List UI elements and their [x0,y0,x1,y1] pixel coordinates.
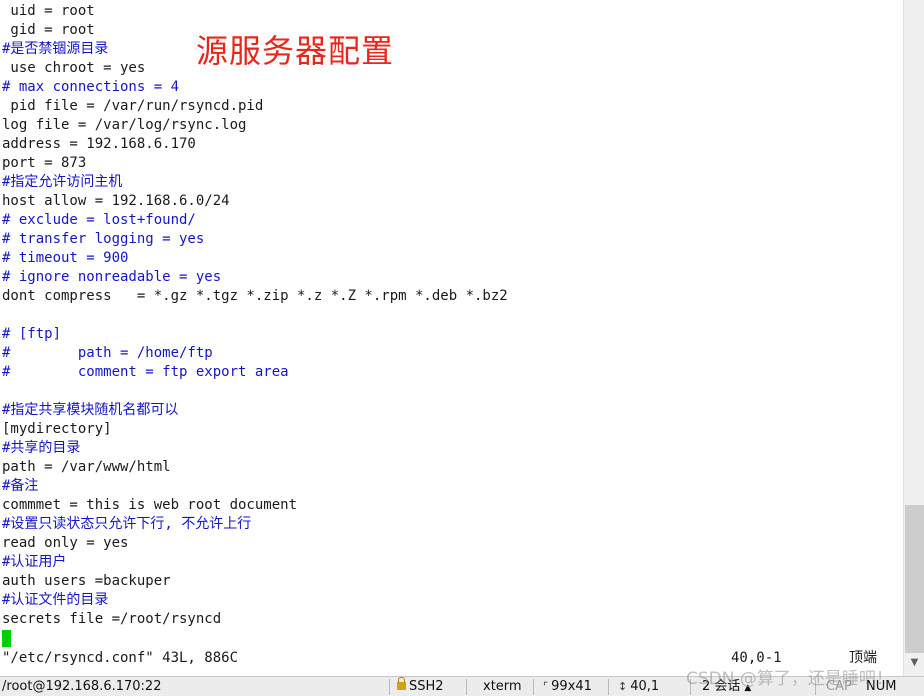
config-line: gid = root [2,22,95,38]
config-line: commmet = this is web root document [2,497,298,513]
comment-line: # transfer logging = yes [2,231,205,247]
divider [466,679,467,695]
comment-line: #指定共享模块随机名都可以 [2,402,179,418]
watermark: CSDN @算了，还是睡吧！ [686,669,893,689]
config-line: host allow = 192.168.6.0/24 [2,193,230,209]
scroll-down-arrow-icon[interactable]: ▼ [904,654,924,672]
config-line: log file = /var/log/rsync.log [2,117,247,133]
comment-line: #设置只读状态只允许下行, 不允许上行 [2,516,252,532]
host-label: /root@192.168.6.170:22 [2,679,162,694]
config-line: uid = root [2,3,95,19]
comment-line: #认证用户 [2,554,67,570]
config-line: use chroot = yes [2,60,146,76]
terminal-size: 99x41 [551,679,592,694]
protocol-label: SSH2 [409,679,444,694]
lock-icon [397,677,406,690]
overlay-annotation-title: 源服务器配置 [196,32,395,70]
comment-line: #是否禁锢源目录 [2,41,109,57]
text-cursor [2,630,11,647]
divider [533,679,534,695]
vertical-scrollbar[interactable]: ▼ [903,0,924,676]
comment-line: #共享的目录 [2,440,81,456]
config-line: read only = yes [2,535,129,551]
config-line: dont compress = *.gz *.tgz *.zip *.z *.Z… [2,288,508,304]
cursor-segment: ↕ 40,1 [618,677,659,696]
cursor-position-bar: 40,1 [630,679,660,694]
scrollbar-thumb[interactable] [905,505,924,653]
terminal-viewport[interactable]: uid = root gid = root #是否禁锢源目录 use chroot… [0,0,903,676]
config-line: port = 873 [2,155,87,171]
comment-line: # exclude = lost+found/ [2,212,196,228]
config-line: path = /var/www/html [2,459,171,475]
terminal-size-segment: ⌜ 99x41 [543,677,592,696]
config-line: pid file = /var/run/rsyncd.pid [2,98,264,114]
divider [608,679,609,695]
config-line: address = 192.168.6.170 [2,136,196,152]
comment-line: # [ftp] [2,326,62,342]
config-line: secrets file =/root/rsyncd [2,611,222,627]
divider [389,679,390,695]
terminal-type: xterm [483,679,522,694]
cursor-icon: ↕ [618,680,628,693]
comment-line: # path = /home/ftp [2,345,213,361]
config-line: auth users =backuper [2,573,171,589]
config-line: [mydirectory] [2,421,112,437]
file-info: "/etc/rsyncd.conf" 43L, 886C [2,650,239,666]
comment-line: # timeout = 900 [2,250,129,266]
protocol-segment: SSH2 [397,677,444,696]
comment-line: #认证文件的目录 [2,592,109,608]
comment-line: #指定允许访问主机 [2,174,123,190]
comment-line: #备注 [2,478,39,494]
comment-line: # ignore nonreadable = yes [2,269,222,285]
comment-line: # max connections = 4 [2,79,180,95]
resize-grip-icon: ⌜ [543,680,549,693]
comment-line: # comment = ftp export area [2,364,289,380]
